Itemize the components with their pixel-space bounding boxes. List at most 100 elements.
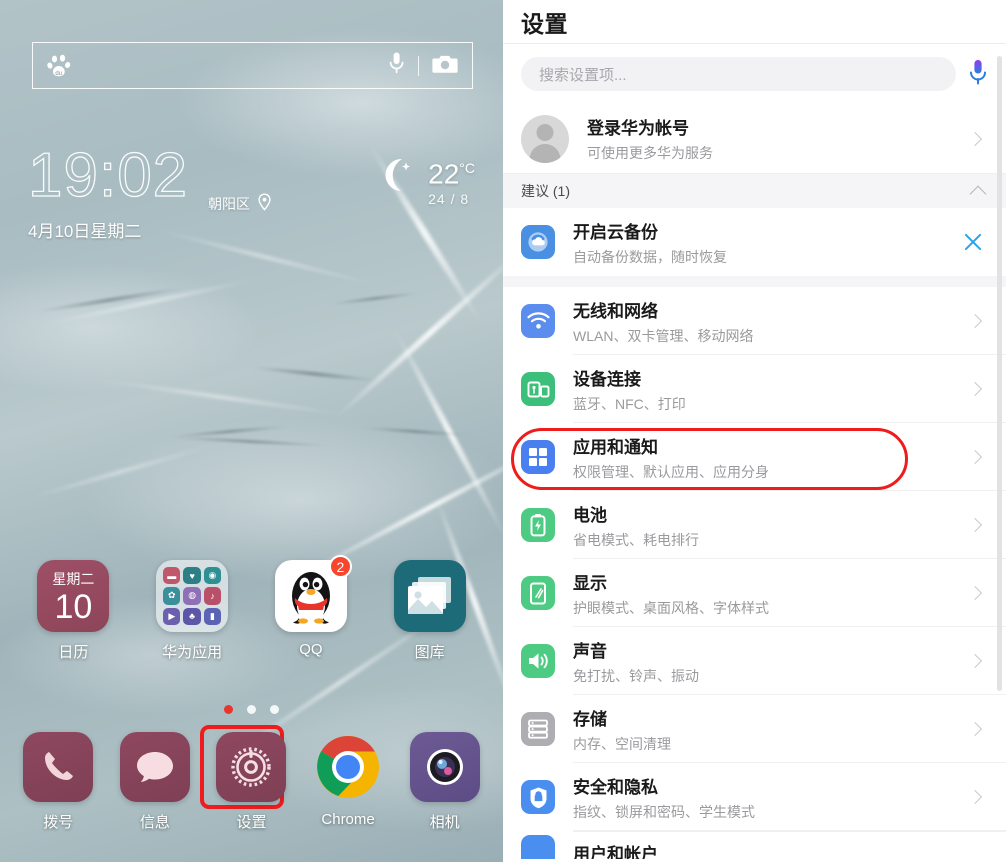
app-huawei-folder[interactable]: ▬ ♥ ◉ ✿ ◍ ♪ ▶ ♣ ▮ 华为应用 [144, 560, 240, 662]
app-label: 图库 [414, 644, 445, 661]
huawei-account-row[interactable]: 登录华为帐号 可使用更多华为服务 [503, 104, 1006, 174]
item-title: 设备连接 [573, 369, 641, 389]
app-qq[interactable]: 2 QQ [263, 555, 359, 662]
calendar-day: 10 [54, 588, 93, 626]
suggestion-section-header[interactable]: 建议 (1) [503, 174, 1006, 208]
item-subtitle: 省电模式、耗电排行 [573, 531, 699, 548]
page-indicator [0, 705, 503, 714]
storage-icon [521, 712, 555, 746]
page-dot-active[interactable] [224, 705, 233, 714]
microphone-icon[interactable] [968, 58, 988, 91]
dock-item-camera[interactable]: 相机 [401, 732, 489, 832]
wallpaper-shadow [330, 291, 420, 306]
device-connect-icon [521, 372, 555, 406]
display-icon [521, 576, 555, 610]
wallpaper-ripple [90, 376, 350, 418]
wallpaper-shadow [35, 286, 185, 314]
settings-row-storage[interactable]: 存储 内存、空间清理 [503, 695, 1006, 763]
microphone-icon[interactable] [388, 51, 405, 80]
item-subtitle: 护眼模式、桌面风格、字体样式 [573, 599, 769, 616]
dock-item-phone[interactable]: 拨号 [14, 732, 102, 832]
dock-item-settings[interactable]: 设置 [200, 725, 295, 832]
gallery-icon [393, 560, 466, 632]
message-icon [119, 732, 190, 802]
app-calendar[interactable]: 星期二 10 日历 [25, 560, 121, 662]
gear-icon [216, 732, 287, 802]
page-dot[interactable] [247, 705, 256, 714]
moon-icon [374, 155, 418, 202]
wallpaper-ripple [296, 434, 503, 581]
settings-row-wireless[interactable]: 无线和网络 WLAN、双卡管理、移动网络 [503, 287, 1006, 355]
item-title: 开启云备份 [573, 222, 658, 242]
app-gallery[interactable]: 图库 [382, 560, 478, 662]
chevron-right-icon [967, 585, 983, 601]
dock-item-chrome[interactable]: Chrome [304, 732, 392, 832]
phone-icon [23, 732, 94, 802]
suggestion-item-cloud-backup[interactable]: 开启云备份 自动备份数据，随时恢复 [503, 208, 1006, 276]
item-title: 用户和帐户 [573, 844, 658, 860]
calendar-icon: 星期二 10 [37, 560, 110, 632]
page-title: 设置 [521, 10, 568, 37]
dock-item-messages[interactable]: 信息 [111, 732, 199, 832]
account-subtitle: 可使用更多华为服务 [587, 145, 713, 161]
folder-app: ▮ [203, 607, 222, 625]
scrollbar[interactable] [997, 56, 1002, 691]
settings-row-sound[interactable]: 声音 免打扰、铃声、振动 [503, 627, 1006, 695]
settings-row-users-accounts[interactable]: 用户和帐户 [503, 831, 1006, 859]
dock-label: 相机 [429, 814, 460, 831]
chevron-right-icon [967, 381, 983, 397]
wallpaper-shadow [170, 435, 330, 448]
wallpaper-ripple [23, 442, 217, 502]
search-input[interactable]: 搜索设置项... [521, 57, 956, 91]
item-title: 安全和隐私 [573, 777, 658, 797]
avatar-icon [521, 114, 569, 163]
clock-date: 4月10日星期二 [28, 222, 142, 241]
settings-header: 设置 [503, 0, 1006, 44]
settings-row-display[interactable]: 显示 护眼模式、桌面风格、字体样式 [503, 559, 1006, 627]
close-icon[interactable] [962, 231, 984, 253]
chevron-right-icon [967, 131, 983, 146]
folder-app: ♪ [203, 587, 222, 605]
clock-weather-widget[interactable]: 19:02 朝阳区 4月10日星期二 22°C 24 / 8 [27, 144, 483, 242]
dock-label: 设置 [236, 814, 267, 831]
settings-row-battery[interactable]: 电池 省电模式、耗电排行 [503, 491, 1006, 559]
weather-widget[interactable]: 22°C 24 / 8 [374, 155, 475, 207]
section-gap [503, 276, 1006, 287]
chrome-icon [313, 732, 383, 802]
shield-icon [521, 780, 555, 814]
page-dot[interactable] [270, 705, 279, 714]
wallpaper-shadow [170, 424, 290, 439]
baidu-search-widget[interactable]: du [32, 42, 473, 89]
dock-label: Chrome [321, 811, 375, 828]
dock-label: 拨号 [43, 814, 74, 831]
weather-temperature: 22°C [428, 158, 475, 190]
account-title: 登录华为帐号 [587, 119, 689, 138]
chevron-right-icon [967, 789, 983, 805]
divider [418, 55, 419, 76]
settings-row-apps-notifications[interactable]: 应用和通知 权限管理、默认应用、应用分身 [503, 423, 1006, 491]
app-grid: 星期二 10 日历 ▬ ♥ ◉ ✿ ◍ ♪ ▶ ♣ ▮ 华为应用 2 QQ 图库 [0, 555, 503, 662]
chevron-up-icon[interactable] [969, 185, 987, 202]
camera-lens-icon [409, 732, 480, 802]
settings-row-security-privacy[interactable]: 安全和隐私 指纹、锁屏和密码、学生模式 [503, 763, 1006, 831]
split-screenshot: du 19:02 朝阳区 4月10日星期二 22°C 24 / 8 星期二 10… [0, 0, 1006, 862]
item-title: 声音 [573, 641, 607, 661]
folder-app: ♣ [183, 607, 201, 625]
item-subtitle: 内存、空间清理 [573, 735, 671, 752]
camera-icon[interactable] [432, 53, 458, 79]
users-icon [521, 835, 555, 859]
folder-app: ✿ [163, 587, 181, 605]
settings-row-device-connect[interactable]: 设备连接 蓝牙、NFC、打印 [503, 355, 1006, 423]
item-title: 应用和通知 [573, 437, 658, 457]
weather-unit: °C [459, 160, 475, 176]
notification-badge: 2 [328, 555, 352, 578]
svg-text:du: du [55, 71, 62, 77]
item-title: 无线和网络 [573, 301, 658, 321]
item-subtitle: 免打扰、铃声、振动 [573, 667, 699, 684]
item-subtitle: 自动备份数据，随时恢复 [573, 248, 727, 265]
folder-app: ◍ [183, 587, 201, 605]
app-label: 华为应用 [162, 644, 223, 661]
clock-location-label: 朝阳区 [208, 195, 250, 212]
dock-label: 信息 [139, 814, 170, 831]
chevron-right-icon [967, 449, 983, 465]
